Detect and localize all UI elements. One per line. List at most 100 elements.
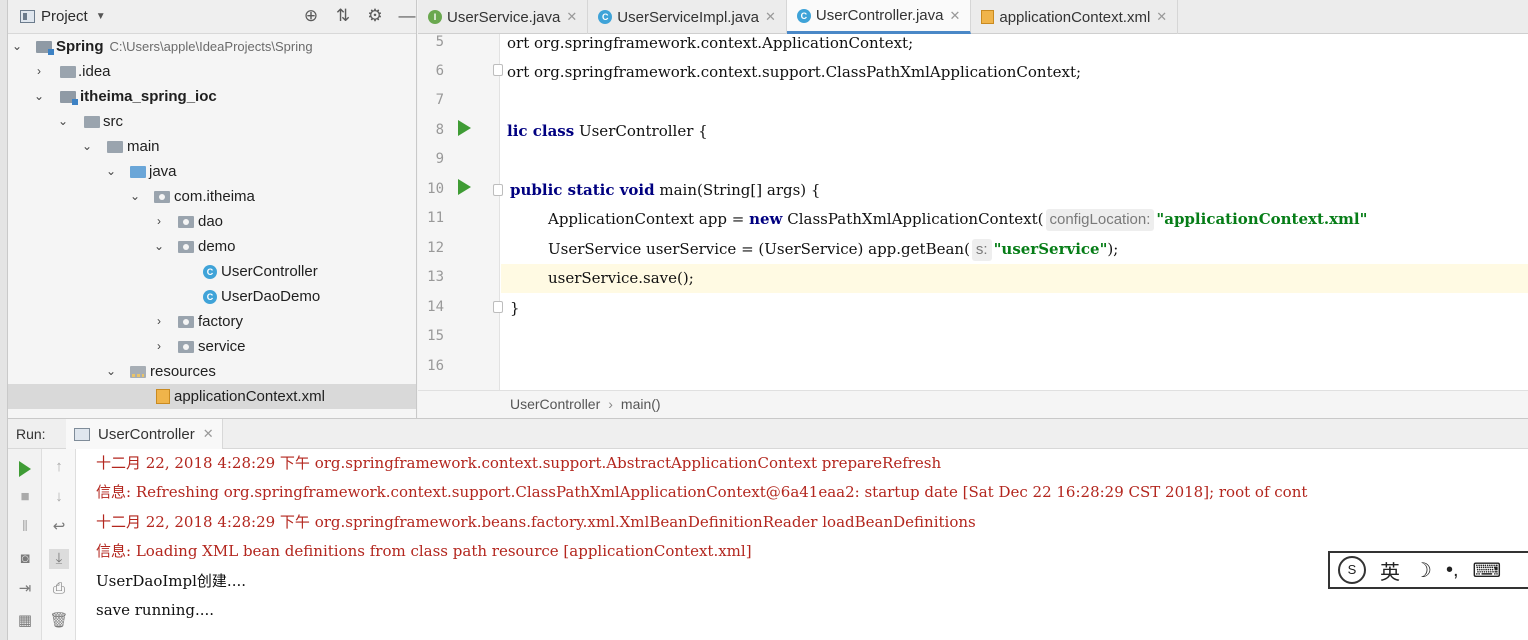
code-editor[interactable]: ort org.springframework.context.Applicat… xyxy=(501,34,1528,390)
resources-folder-icon xyxy=(130,366,146,378)
arrow-up-icon[interactable]: ↑ xyxy=(49,457,69,477)
chevron-right-icon[interactable]: › xyxy=(32,59,46,84)
line-number: 5 xyxy=(435,34,444,50)
close-icon[interactable]: ✕ xyxy=(765,9,776,25)
run-label: Run: xyxy=(16,426,46,442)
module-folder-icon xyxy=(36,41,54,55)
scroll-to-end-icon[interactable]: ⤓ xyxy=(49,549,69,569)
tree-item-label: java xyxy=(149,163,177,180)
chevron-down-icon[interactable]: ⌄ xyxy=(128,184,142,209)
chevron-down-icon[interactable]: ⌄ xyxy=(80,134,94,159)
chevron-down-icon[interactable]: ⌄ xyxy=(32,84,46,109)
line-number: 15 xyxy=(427,328,444,344)
chevron-down-icon[interactable]: ⌄ xyxy=(104,359,118,384)
run-header: Run: UserController ✕ xyxy=(8,419,1528,449)
tree-item-resources[interactable]: ⌄ resources xyxy=(8,359,416,384)
run-toolbar-secondary: ↑ ↓ ↩ ⤓ ⎙ 🗑 xyxy=(42,449,76,640)
tree-item-spring[interactable]: ⌄ Spring C:\Users\apple\IdeaProjects\Spri… xyxy=(8,34,416,59)
pause-icon[interactable]: ‖ xyxy=(15,517,35,537)
run-main-icon[interactable] xyxy=(458,179,471,195)
tree-item-label: src xyxy=(103,113,123,130)
java-class-icon: C xyxy=(203,290,217,304)
close-icon[interactable]: ✕ xyxy=(566,9,577,25)
chevron-right-icon[interactable]: › xyxy=(152,209,166,234)
left-tool-strip xyxy=(0,0,8,640)
close-icon[interactable]: ✕ xyxy=(203,426,214,442)
chevron-right-icon: › xyxy=(608,396,613,412)
arrow-down-icon[interactable]: ↓ xyxy=(49,487,69,507)
chevron-down-icon[interactable]: ⌄ xyxy=(104,159,118,184)
tree-item-usercontroller[interactable]: C UserController xyxy=(8,259,416,284)
moon-icon[interactable]: ☽ xyxy=(1414,558,1432,583)
run-config-icon xyxy=(74,427,90,441)
run-tab-usercontroller[interactable]: UserController ✕ xyxy=(66,419,223,449)
code-line-8: lic class UserController { xyxy=(507,122,708,140)
tree-item-itheima-spring-ioc[interactable]: ⌄ itheima_spring_ioc xyxy=(8,84,416,109)
tree-item-com-itheima[interactable]: ⌄ com.itheima xyxy=(8,184,416,209)
parameter-hint: s: xyxy=(971,239,992,261)
tree-item-label: .idea xyxy=(78,63,111,80)
project-path: C:\Users\apple\IdeaProjects\Spring xyxy=(109,39,313,54)
console-output[interactable]: 十二月 22, 2018 4:28:29 下午 org.springframew… xyxy=(96,449,1528,640)
tree-item-factory[interactable]: › factory xyxy=(8,309,416,334)
locate-icon[interactable]: ⊕ xyxy=(301,6,321,26)
tree-item-demo[interactable]: ⌄ demo xyxy=(8,234,416,259)
keyboard-icon[interactable]: ⌨ xyxy=(1473,558,1502,583)
breadcrumb-class[interactable]: UserController xyxy=(510,396,600,412)
chevron-right-icon[interactable]: › xyxy=(152,309,166,334)
login-icon[interactable]: ⇥ xyxy=(15,579,35,599)
run-tab-label: UserController xyxy=(98,425,195,443)
punctuation-icon[interactable]: •, xyxy=(1446,559,1459,582)
chevron-down-icon[interactable]: ⌄ xyxy=(56,109,70,134)
camera-icon[interactable]: ◙ xyxy=(15,549,35,569)
project-header: Project ▼ ⊕ ⇅ ⚙ — xyxy=(8,0,416,34)
tree-item-userdaodemo[interactable]: C UserDaoDemo xyxy=(8,284,416,309)
breadcrumb-method[interactable]: main() xyxy=(621,396,661,412)
folder-icon xyxy=(84,116,100,128)
chevron-right-icon[interactable]: › xyxy=(152,334,166,359)
tab-userserviceimpl-java[interactable]: C UserServiceImpl.java ✕ xyxy=(588,0,787,34)
tab-usercontroller-java[interactable]: C UserController.java ✕ xyxy=(786,0,972,34)
tree-item-idea[interactable]: › .idea xyxy=(8,59,416,84)
tab-applicationcontext-xml[interactable]: applicationContext.xml ✕ xyxy=(971,0,1179,34)
minimize-icon[interactable]: — xyxy=(397,6,416,26)
layout-icon[interactable]: ▦ xyxy=(15,611,35,631)
gear-icon[interactable]: ⚙ xyxy=(365,6,385,26)
project-view-selector[interactable]: Project ▼ xyxy=(20,8,106,25)
tab-label: applicationContext.xml xyxy=(999,8,1151,26)
close-icon[interactable]: ✕ xyxy=(1156,9,1167,25)
print-icon[interactable]: ⎙ xyxy=(49,579,69,599)
package-icon xyxy=(178,241,194,253)
trash-icon[interactable]: 🗑 xyxy=(49,611,69,631)
run-class-icon[interactable] xyxy=(458,120,471,136)
ime-language[interactable]: 英 xyxy=(1380,556,1400,585)
soft-wrap-icon[interactable]: ↩ xyxy=(49,517,69,537)
project-toolbar: ⊕ ⇅ ⚙ — xyxy=(301,6,416,26)
line-number: 14 xyxy=(427,299,444,315)
collapse-all-icon[interactable]: ⇅ xyxy=(333,6,353,26)
folder-icon xyxy=(60,66,76,78)
run-toolbar-primary: ■ ‖ ◙ ⇥ ▦ xyxy=(8,449,42,640)
tree-item-applicationcontext-xml[interactable]: applicationContext.xml xyxy=(8,384,416,409)
chevron-down-icon[interactable]: ⌄ xyxy=(10,34,24,59)
tree-item-src[interactable]: ⌄ src xyxy=(8,109,416,134)
ime-toolbar[interactable]: S 英 ☽ •, ⌨ xyxy=(1328,551,1528,589)
project-panel: Project ▼ ⊕ ⇅ ⚙ — ⌄ Spring C:\Users\apple… xyxy=(8,0,417,418)
tree-item-service[interactable]: › service xyxy=(8,334,416,359)
breadcrumb: UserController › main() xyxy=(418,390,1528,418)
code-line-5: ort org.springframework.context.Applicat… xyxy=(507,34,914,52)
tree-item-dao[interactable]: › dao xyxy=(8,209,416,234)
package-icon xyxy=(178,341,194,353)
line-number: 10 xyxy=(427,181,444,197)
tree-item-main[interactable]: ⌄ main xyxy=(8,134,416,159)
rerun-icon[interactable] xyxy=(19,461,31,477)
tree-item-java[interactable]: ⌄ java xyxy=(8,159,416,184)
editor-gutter: 5 6 7 8 9 10 11 12 13 14 15 16 xyxy=(418,34,503,390)
line-number: 16 xyxy=(427,358,444,374)
ime-logo-icon[interactable]: S xyxy=(1338,556,1366,584)
chevron-down-icon[interactable]: ⌄ xyxy=(152,234,166,259)
close-icon[interactable]: ✕ xyxy=(949,8,960,24)
stop-icon[interactable]: ■ xyxy=(15,487,35,507)
tree-item-label: UserDaoDemo xyxy=(221,288,321,305)
tab-userservice-java[interactable]: I UserService.java ✕ xyxy=(418,0,589,34)
